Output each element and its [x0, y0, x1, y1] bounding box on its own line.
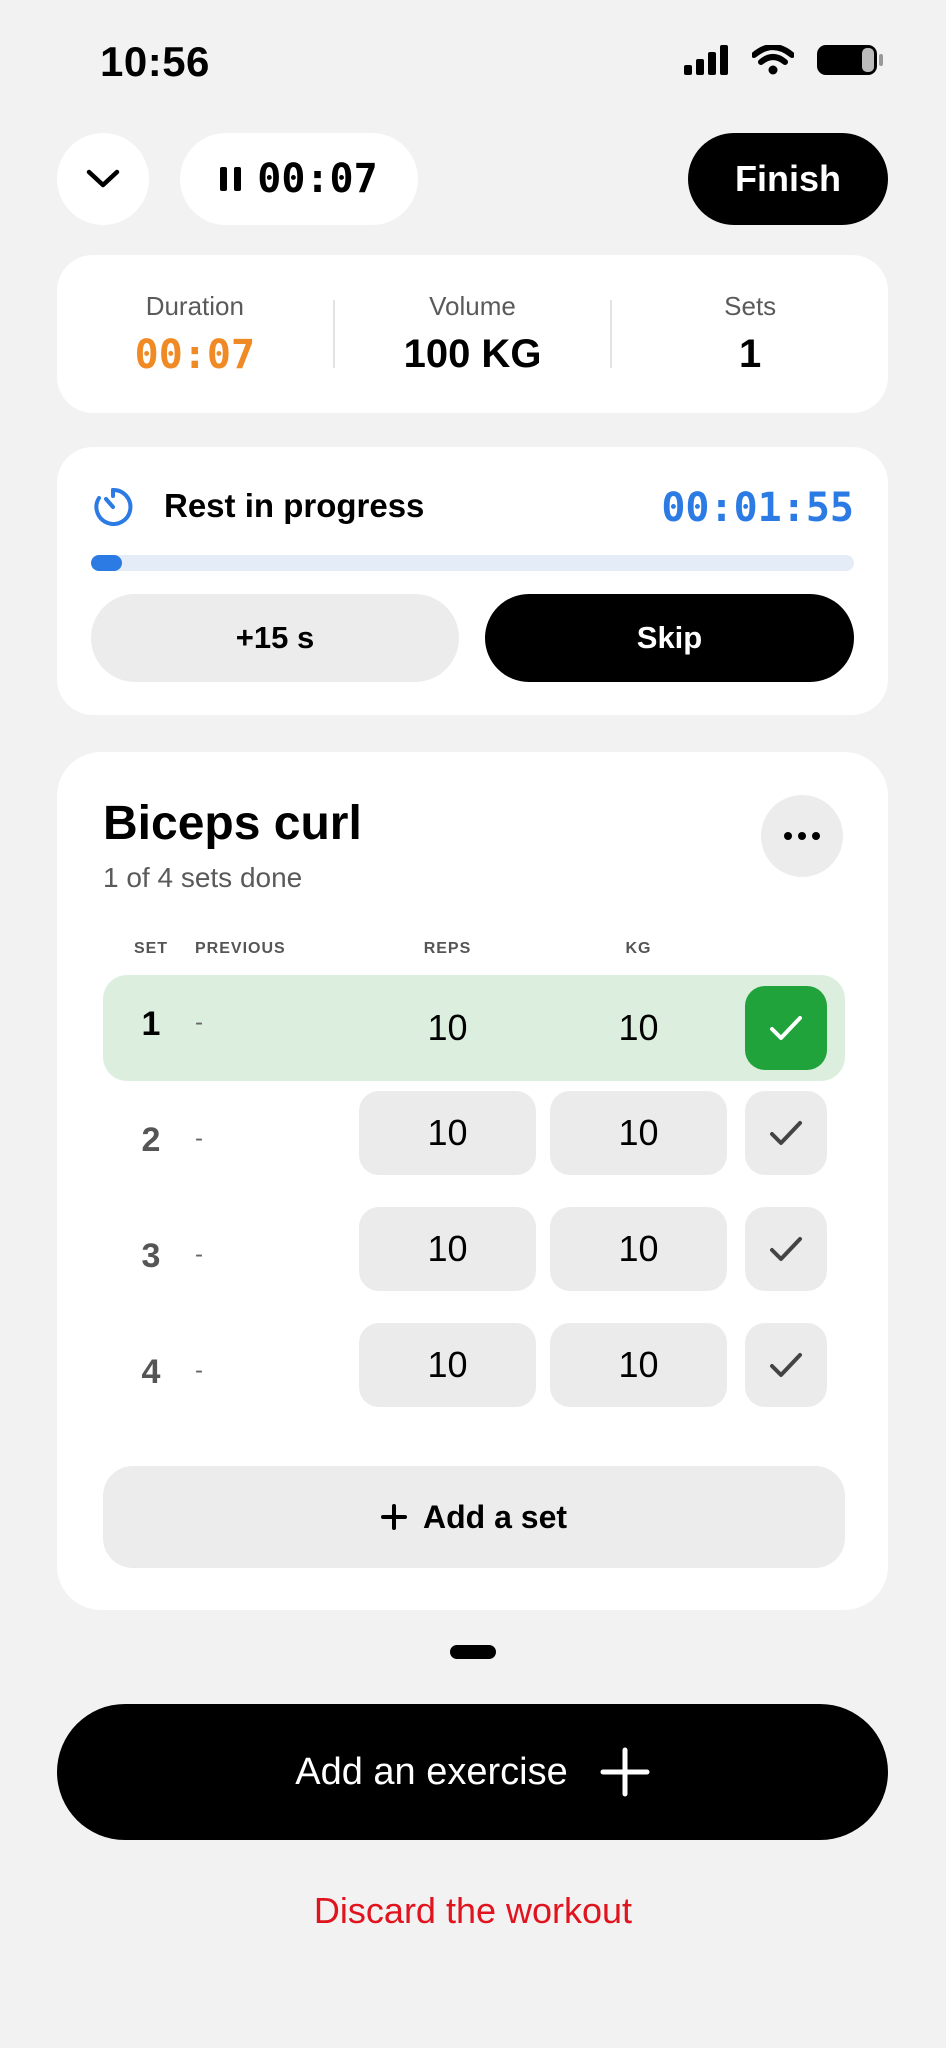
plus-icon — [380, 1504, 407, 1530]
reps-input[interactable]: 10 — [359, 1091, 536, 1175]
check-icon — [770, 1353, 802, 1377]
status-time: 10:56 — [100, 38, 210, 85]
battery-icon — [817, 45, 883, 75]
exercise-progress: 1 of 4 sets done — [103, 862, 303, 893]
rest-remaining-time: 00:01:55 — [661, 485, 854, 531]
volume-stat: Volume 100 KG — [335, 291, 611, 377]
set-complete-toggle[interactable] — [745, 1207, 827, 1291]
volume-label: Volume — [429, 291, 516, 321]
kg-input[interactable]: 10 — [550, 1207, 727, 1291]
exercise-card: Biceps curl 1 of 4 sets done SET PREVIOU… — [57, 752, 888, 1610]
duration-value: 00:07 — [134, 331, 256, 378]
col-header-reps: REPS — [423, 940, 472, 957]
set-row: 3 - 10 10 — [103, 1207, 845, 1313]
reps-input[interactable]: 10 — [359, 1207, 536, 1291]
sets-stat: Sets 1 — [612, 291, 888, 377]
sets-label: Sets — [724, 291, 777, 321]
rest-progress-fill — [91, 555, 122, 571]
set-row: 2 - 10 10 — [103, 1091, 845, 1197]
add-set-button[interactable]: Add a set — [103, 1466, 845, 1568]
set-number: 2 — [141, 1121, 161, 1159]
pause-icon — [220, 167, 242, 191]
set-number: 4 — [141, 1353, 161, 1391]
workout-timer[interactable]: 00:07 — [180, 133, 418, 225]
exercise-name: Biceps curl — [103, 797, 362, 850]
rest-timer-card: Rest in progress 00:01:55 +15 s Skip — [57, 447, 888, 715]
status-icons — [684, 44, 884, 76]
skip-rest-button[interactable]: Skip — [485, 594, 854, 682]
set-number: 1 — [141, 1005, 161, 1043]
previous-value: - — [195, 1357, 203, 1384]
previous-value: - — [195, 1009, 203, 1036]
duration-label: Duration — [145, 290, 244, 321]
set-complete-toggle[interactable] — [745, 986, 827, 1070]
set-number: 3 — [141, 1237, 161, 1275]
rest-progress-bar — [91, 555, 854, 571]
rest-title: Rest in progress — [164, 487, 425, 524]
chevron-down-icon — [86, 169, 120, 188]
stats-card: Duration 00:07 Volume 100 KG Sets 1 — [57, 255, 888, 413]
collapse-button[interactable] — [57, 133, 149, 225]
kg-input[interactable]: 10 — [550, 986, 727, 1070]
kg-input[interactable]: 10 — [550, 1323, 727, 1407]
check-icon — [770, 1121, 802, 1145]
volume-value: 100 KG — [403, 332, 542, 376]
set-complete-toggle[interactable] — [745, 1323, 827, 1407]
col-header-kg: KG — [625, 940, 652, 957]
exercise-more-button[interactable] — [761, 795, 843, 877]
previous-value: - — [195, 1241, 203, 1268]
timer-icon — [94, 487, 133, 526]
wifi-icon — [752, 45, 794, 75]
col-header-set: SET — [133, 940, 169, 957]
add-set-label: Add a set — [422, 1498, 568, 1535]
sets-value: 1 — [739, 332, 762, 376]
col-header-previous: PREVIOUS — [195, 940, 286, 957]
plus-icon — [600, 1747, 650, 1797]
finish-button[interactable]: Finish — [688, 133, 888, 225]
check-icon — [770, 1237, 802, 1261]
duration-stat: Duration 00:07 — [57, 291, 333, 378]
add-exercise-label: Add an exercise — [295, 1750, 568, 1793]
kg-input[interactable]: 10 — [550, 1091, 727, 1175]
more-icon — [784, 832, 820, 840]
add-exercise-button[interactable]: Add an exercise — [57, 1704, 888, 1840]
previous-value: - — [195, 1125, 203, 1152]
elapsed-time: 00:07 — [257, 156, 378, 202]
set-complete-toggle[interactable] — [745, 1091, 827, 1175]
add-15s-button[interactable]: +15 s — [91, 594, 459, 682]
check-icon — [770, 1016, 802, 1040]
discard-workout-link[interactable]: Discard the workout — [0, 1890, 946, 1932]
signal-icon — [684, 45, 728, 75]
set-row: 4 - 10 10 — [103, 1323, 845, 1429]
reps-input[interactable]: 10 — [359, 986, 536, 1070]
drag-handle[interactable] — [450, 1645, 496, 1659]
set-row: 1 - 10 10 — [103, 975, 845, 1081]
reps-input[interactable]: 10 — [359, 1323, 536, 1407]
